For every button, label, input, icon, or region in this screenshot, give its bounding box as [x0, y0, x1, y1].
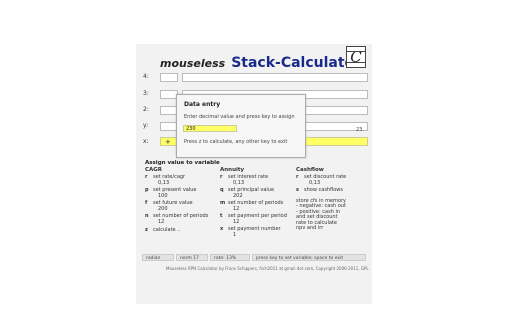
- title-main: Stack-Calculator: [231, 55, 362, 71]
- cashflow-column: Cashflow r set discount rate 0,13 s show ca…: [296, 167, 346, 232]
- dialog-title: Data entry: [184, 101, 221, 108]
- list-item: z calculate ..: [145, 227, 181, 233]
- list-item: t set payment per period 12: [220, 213, 287, 225]
- assign-section-title: Assign value to variable: [145, 160, 220, 166]
- data-entry-dialog: Data entry Enter decimal value and press…: [176, 94, 306, 158]
- register-value-field[interactable]: [182, 73, 368, 82]
- list-item: f set future value 200: [145, 200, 193, 212]
- register-label: x:: [143, 138, 149, 145]
- title-prefix: mouseless: [160, 57, 226, 70]
- list-item: x set payment number 1: [220, 226, 281, 238]
- list-item: n set number of periods 12: [145, 213, 209, 225]
- dialog-description: Enter decimal value and press key to ass…: [184, 114, 295, 120]
- status-rate: rate: 13%: [210, 254, 250, 261]
- footer-credits: Mouseless RPN Calculator by Frans Schipp…: [166, 266, 369, 271]
- list-item: p set present value 100: [145, 187, 197, 199]
- list-item: s show cashflows: [296, 187, 344, 193]
- register-label: 2:: [143, 106, 149, 113]
- entry-counter: 23: [356, 127, 363, 133]
- cagr-column: CAGR r set rate/cagr 0,13 p set present val…: [145, 167, 208, 236]
- cashflow-note: npv and irr: [296, 225, 324, 231]
- status-norm: norm 17: [176, 254, 208, 261]
- annuity-heading: Annuity: [220, 167, 245, 173]
- calculator-logo-icon: C: [346, 46, 366, 68]
- status-hint: press key to set variable; space to exit: [252, 254, 366, 261]
- register-flag: [160, 73, 178, 82]
- dialog-hint: Press z to calculate, any other key to e…: [184, 139, 288, 145]
- register-label: 4:: [143, 73, 149, 80]
- annuity-column: Annuity r set interest rate 0,13 q set prin…: [220, 167, 287, 240]
- app-title: mouseless Stack-Calculator: [160, 52, 361, 71]
- value-input[interactable]: 230: [183, 125, 237, 132]
- status-mode: radian: [142, 254, 174, 261]
- cashflow-heading: Cashflow: [296, 167, 324, 173]
- list-item: r set discount rate 0,13: [296, 174, 347, 186]
- sign-indicator: +: [165, 138, 171, 146]
- list-item: r set rate/cagr 0,13: [145, 174, 186, 186]
- list-item: q set principal value 202: [220, 187, 275, 199]
- cagr-heading: CAGR: [145, 167, 163, 173]
- register-label: 3:: [143, 90, 149, 97]
- list-item: r set interest rate 0,13: [220, 174, 269, 186]
- register-label: y:: [143, 122, 149, 129]
- list-item: m set number of periods 12: [220, 200, 284, 212]
